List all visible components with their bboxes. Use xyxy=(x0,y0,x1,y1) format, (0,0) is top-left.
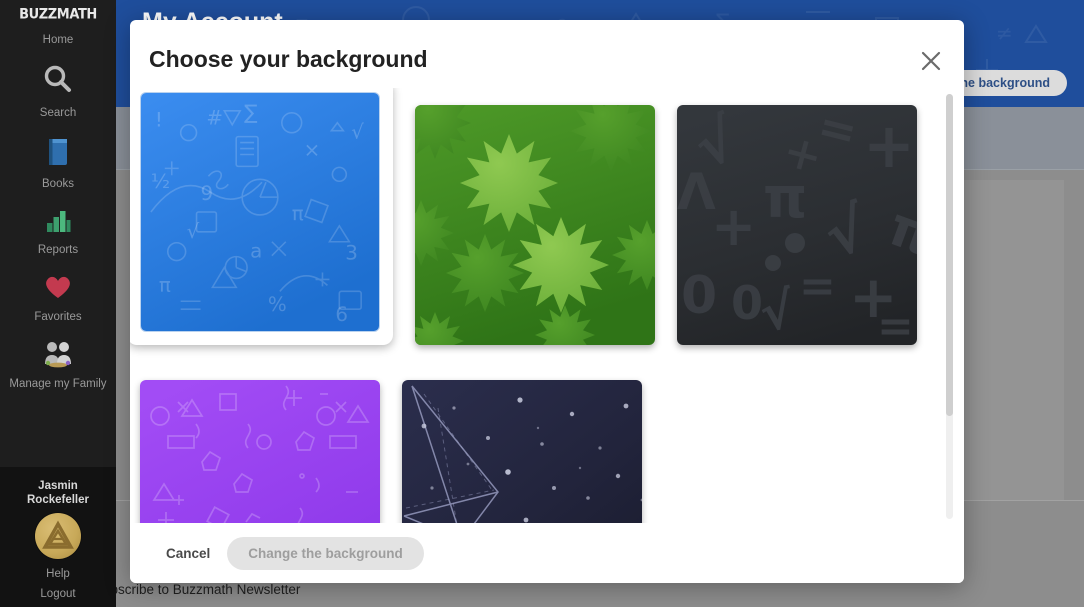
modal-footer: Cancel Change the background xyxy=(130,523,964,583)
modal-scrollbar[interactable] xyxy=(946,94,953,519)
penrose-triangle-icon xyxy=(42,520,74,549)
sidebar-item-favorites-label: Favorites xyxy=(34,311,82,323)
change-background-button[interactable]: Change the background xyxy=(227,536,424,570)
reports-icon xyxy=(43,206,73,239)
sidebar-item-manage-my-family-label: Manage my Family xyxy=(9,378,107,390)
svg-text:π: π xyxy=(292,202,304,225)
background-thumbnail xyxy=(415,105,655,345)
svg-text:9: 9 xyxy=(201,182,214,205)
background-option-green-stars[interactable] xyxy=(415,95,655,345)
sidebar-item-reports-label: Reports xyxy=(37,244,79,256)
background-tile-grid: ! # ∑ π π √ 9 6 % 3 ½ × a √ √ = + π + √ 0… xyxy=(130,88,946,523)
cancel-button[interactable]: Cancel xyxy=(162,538,214,569)
svg-text:3: 3 xyxy=(345,242,358,265)
svg-text:+: + xyxy=(711,195,756,258)
sidebar-item-reports[interactable]: Reports xyxy=(0,206,116,257)
sidebar: BUZZMATH Home Search Books Reports Favor… xyxy=(0,0,116,607)
close-icon[interactable] xyxy=(918,48,944,74)
sidebar-user-block: Jasmin Rockefeller Help Logout xyxy=(0,467,116,607)
svg-text:½: ½ xyxy=(151,170,170,193)
help-link[interactable]: Help xyxy=(46,568,70,580)
user-name: Jasmin Rockefeller xyxy=(26,480,89,506)
choose-background-modal: Choose your background ! # ∑ π π √ 9 6 %… xyxy=(130,20,964,583)
sidebar-item-books[interactable]: Books xyxy=(0,136,116,191)
search-icon xyxy=(41,63,75,102)
space-constellations-pattern xyxy=(402,380,642,523)
books-icon xyxy=(43,136,73,173)
svg-text:=: = xyxy=(799,261,836,312)
sidebar-item-search-label: Search xyxy=(39,107,77,119)
svg-text:0: 0 xyxy=(731,276,763,330)
modal-header: Choose your background xyxy=(130,20,964,88)
svg-text:6: 6 xyxy=(335,303,348,326)
svg-text:≠: ≠ xyxy=(996,21,1013,45)
svg-text:0: 0 xyxy=(681,266,717,326)
sidebar-item-manage-my-family[interactable]: Manage my Family xyxy=(0,340,116,391)
avatar[interactable] xyxy=(35,513,81,559)
sidebar-item-home[interactable]: Home xyxy=(0,29,116,47)
svg-text:%: % xyxy=(268,293,287,316)
svg-text:π: π xyxy=(159,273,171,296)
svg-text:Λ: Λ xyxy=(677,163,716,221)
background-thumbnail: ! # ∑ π π √ 9 6 % 3 ½ × a √ xyxy=(140,92,380,332)
brand-logo[interactable]: BUZZMATH xyxy=(19,5,97,23)
background-option-blue-math-symbols[interactable]: ! # ∑ π π √ 9 6 % 3 ½ × a √ xyxy=(130,88,393,348)
sidebar-item-books-label: Books xyxy=(42,178,74,190)
blue-math-pattern: ! # ∑ π π √ 9 6 % 3 ½ × a √ xyxy=(141,93,379,331)
svg-text:a: a xyxy=(250,240,262,263)
svg-text:×: × xyxy=(304,138,321,161)
app-root: π√ ∑∫ ≠× 9÷ My Account Change the backgr… xyxy=(0,0,1084,607)
sidebar-item-search[interactable]: Search xyxy=(0,63,116,120)
heart-icon xyxy=(42,273,74,306)
sidebar-item-home-label: Home xyxy=(42,34,74,46)
background-option-purple-shapes[interactable] xyxy=(140,370,380,523)
background-thumbnail: √ = + π + √ 0 √ + = π 0 = × Λ xyxy=(677,105,917,345)
background-option-dark-math-letters[interactable]: √ = + π + √ 0 √ + = π 0 = × Λ xyxy=(677,95,917,345)
logout-link[interactable]: Logout xyxy=(40,588,75,600)
family-icon xyxy=(41,340,75,373)
purple-shapes-pattern xyxy=(140,380,380,523)
background-gallery: ! # ∑ π π √ 9 6 % 3 ½ × a √ √ = + π + √ 0… xyxy=(130,88,964,523)
svg-text:√: √ xyxy=(351,121,364,144)
brand-logo-text: BUZZMATH xyxy=(19,5,97,23)
svg-text:#: # xyxy=(206,107,223,130)
svg-text:√: √ xyxy=(187,220,200,243)
dark-math-pattern: √ = + π + √ 0 √ + = π 0 = × Λ xyxy=(677,105,917,345)
background-thumbnail xyxy=(140,380,380,523)
background-option-space-constellations[interactable] xyxy=(402,370,642,523)
svg-text:!: ! xyxy=(155,109,163,132)
svg-text:=: = xyxy=(877,301,914,345)
newsletter-label: Subscribe to Buzzmath Newsletter xyxy=(94,582,301,597)
svg-text:+: + xyxy=(863,109,915,182)
svg-text:∑: ∑ xyxy=(244,101,257,124)
green-stars-pattern xyxy=(415,105,655,345)
background-thumbnail xyxy=(402,380,642,523)
modal-title: Choose your background xyxy=(149,46,428,72)
sidebar-item-favorites[interactable]: Favorites xyxy=(0,273,116,324)
scrollbar-thumb[interactable] xyxy=(946,94,953,416)
